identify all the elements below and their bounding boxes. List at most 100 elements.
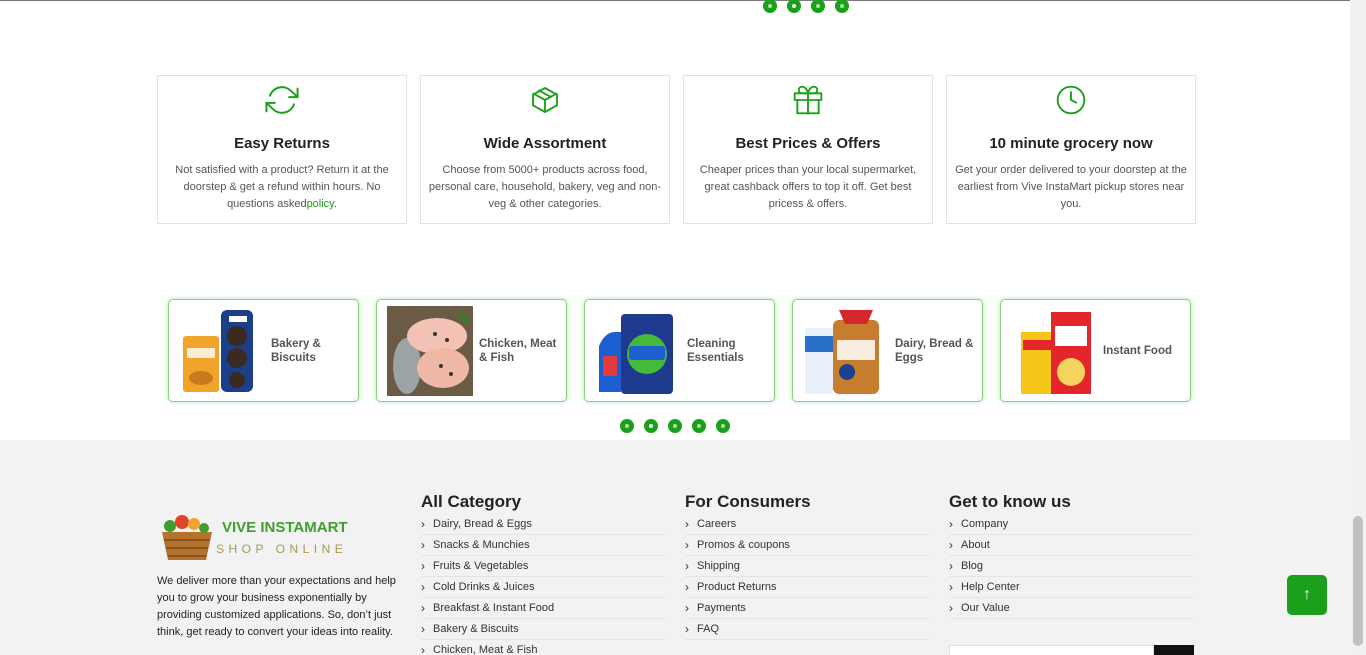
footer-link-label: Company (961, 517, 1009, 530)
category-name: Dairy, Bread & Eggs (895, 337, 974, 364)
instant-food-image (1021, 311, 1091, 394)
chevron-right-icon: › (421, 579, 425, 594)
category-card-dairy-bread-eggs[interactable]: Dairy, Bread & Eggs (792, 299, 983, 402)
feature-card: 10 minute grocery now Get your order del… (946, 75, 1196, 224)
category-card-cleaning-essentials[interactable]: Cleaning Essentials (584, 299, 775, 402)
footer-link[interactable]: › About (949, 535, 1194, 556)
subscribe-form (949, 645, 1194, 655)
category-card-bakery-biscuits[interactable]: Bakery & Biscuits (168, 299, 359, 402)
category-name: Instant Food (1103, 344, 1172, 357)
refresh-icon (158, 82, 406, 118)
feature-text: Not satisfied with a product? Return it … (175, 164, 389, 210)
carousel-dot[interactable] (811, 0, 825, 13)
footer-link[interactable]: › Our Value (949, 598, 1194, 619)
feature-card: Easy Returns Not satisfied with a produc… (157, 75, 407, 224)
footer-link[interactable]: › Company (949, 514, 1194, 535)
cleaning-essentials-image (599, 313, 673, 394)
footer-link-label: Shipping (697, 559, 740, 572)
footer-link-label: Fruits & Vegetables (433, 559, 529, 572)
footer-link[interactable]: › Product Returns (685, 577, 930, 598)
footer-link[interactable]: › Fruits & Vegetables (421, 556, 666, 577)
feature-title: Easy Returns (234, 135, 330, 152)
scrollbar-thumb[interactable] (1353, 516, 1363, 646)
bakery-biscuits-image (183, 309, 253, 392)
feature-title: Wide Assortment (483, 135, 607, 152)
carousel-dot[interactable] (692, 419, 706, 433)
carousel-dot[interactable] (668, 419, 682, 433)
footer-link[interactable]: › Blog (949, 556, 1194, 577)
policy-link[interactable]: policy (307, 198, 334, 210)
category-name: Cleaning Essentials (687, 337, 744, 364)
footer-link[interactable]: › Chicken, Meat & Fish (421, 640, 666, 655)
footer-link[interactable]: › Payments (685, 598, 930, 619)
footer-link-label: FAQ (697, 622, 720, 635)
footer-link[interactable]: › Snacks & Munchies (421, 535, 666, 556)
chevron-right-icon: › (421, 600, 425, 615)
carousel-dot[interactable] (716, 419, 730, 433)
chicken-meat-fish-image (387, 305, 473, 396)
category-card-chicken-meat-fish[interactable]: Chicken, Meat & Fish (376, 299, 567, 402)
top-divider (0, 0, 1350, 1)
category-carousel: Bakery & Biscuits Chicken, Meat & Fish C… (168, 299, 1191, 402)
box-icon (421, 82, 669, 118)
vive-instamart-logo: VIVE INSTAMART SHOP ONLINE (162, 515, 348, 560)
carousel-dot[interactable] (763, 0, 777, 13)
carousel-dot[interactable] (835, 0, 849, 13)
feature-text: Get your order delivered to your doorste… (955, 164, 1187, 210)
dairy-bread-eggs-image (805, 309, 879, 394)
category-card-instant-food[interactable]: Instant Food (1000, 299, 1191, 402)
footer-link-label: Bakery & Biscuits (433, 622, 519, 635)
footer-for-consumers: For Consumers › Careers › Promos & coupons ›… (685, 492, 930, 640)
footer-heading: For Consumers (685, 492, 811, 511)
footer-link-label: Payments (697, 601, 746, 614)
footer-all-category: All Category › Dairy, Bread & Eggs › Snacks… (421, 492, 666, 655)
features-row: Easy Returns Not satisfied with a produc… (157, 75, 1196, 224)
footer-link[interactable]: › Shipping (685, 556, 930, 577)
carousel-dot[interactable] (787, 0, 801, 13)
footer-link[interactable]: › Help Center (949, 577, 1194, 598)
subscribe-input[interactable] (949, 645, 1154, 655)
gift-icon (684, 82, 932, 118)
chevron-right-icon: › (421, 537, 425, 552)
vertical-scrollbar[interactable] (1350, 0, 1366, 655)
footer-link-label: Snacks & Munchies (433, 538, 530, 551)
carousel-dot[interactable] (644, 419, 658, 433)
footer-link[interactable]: › Breakfast & Instant Food (421, 598, 666, 619)
subscribe-button[interactable] (1154, 645, 1194, 655)
feature-card: Best Prices & Offers Cheaper prices than… (683, 75, 933, 224)
footer-link[interactable]: › FAQ (685, 619, 930, 640)
footer-link[interactable]: › Bakery & Biscuits (421, 619, 666, 640)
footer-about-text: We deliver more than your expectations a… (157, 575, 396, 638)
footer-heading: Get to know us (949, 492, 1071, 511)
footer-link-label: Promos & coupons (697, 538, 790, 551)
footer-link[interactable]: › Careers (685, 514, 930, 535)
top-carousel-dots (763, 0, 849, 13)
carousel-dot[interactable] (620, 419, 634, 433)
footer-link[interactable]: › Promos & coupons (685, 535, 930, 556)
footer-link[interactable]: › Dairy, Bread & Eggs (421, 514, 666, 535)
back-to-top-button[interactable]: ↑ (1287, 575, 1327, 615)
footer-link[interactable]: › Cold Drinks & Juices (421, 577, 666, 598)
footer-heading: All Category (421, 492, 522, 511)
footer-link-label: Cold Drinks & Juices (433, 580, 535, 593)
category-carousel-dots (620, 419, 730, 433)
footer-link-label: About (961, 538, 990, 551)
footer-link-label: Help Center (961, 580, 1020, 593)
chevron-right-icon: › (421, 558, 425, 573)
feature-text: Choose from 5000+ products across food, … (428, 164, 662, 210)
feature-card: Wide Assortment Choose from 5000+ produc… (420, 75, 670, 224)
footer-link-label: Careers (697, 517, 737, 530)
feature-text: Cheaper prices than your local supermark… (699, 164, 917, 210)
footer-link-label: Our Value (961, 601, 1010, 614)
chevron-right-icon: › (949, 558, 953, 573)
footer-link-label: Dairy, Bread & Eggs (433, 517, 532, 530)
chevron-right-icon: › (421, 621, 425, 636)
category-name: Bakery & Biscuits (271, 337, 321, 364)
chevron-right-icon: › (685, 579, 689, 594)
footer-link-label: Breakfast & Instant Food (433, 601, 555, 614)
chevron-right-icon: › (421, 642, 425, 655)
chevron-right-icon: › (685, 558, 689, 573)
site-footer: VIVE INSTAMART SHOP ONLINE We deliver mo… (0, 440, 1350, 655)
chevron-right-icon: › (685, 600, 689, 615)
chevron-right-icon: › (685, 537, 689, 552)
